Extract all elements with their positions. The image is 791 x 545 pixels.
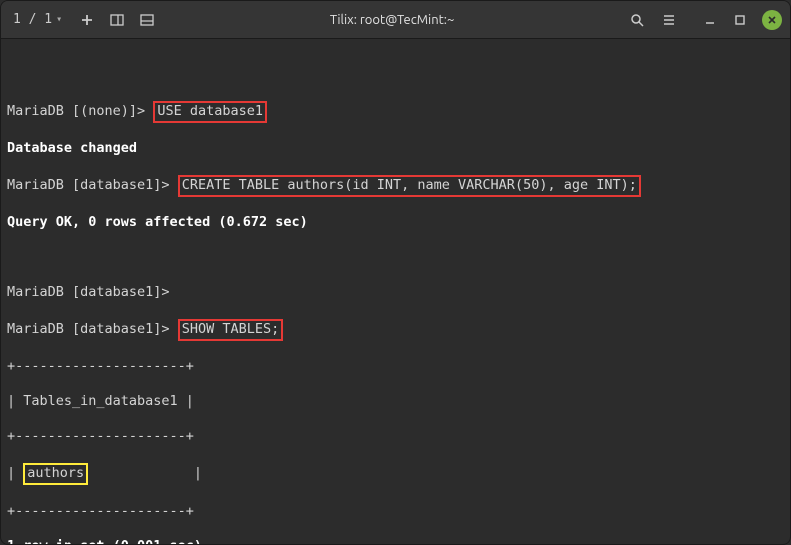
terminal-output[interactable]: MariaDB [(none)]> USE database1 Database… bbox=[1, 39, 790, 545]
search-button[interactable] bbox=[628, 11, 646, 29]
table-border: +---------------------+ bbox=[7, 428, 784, 446]
page-indicator[interactable]: 1 / 1 ▾ bbox=[9, 12, 66, 27]
prompt: MariaDB [database1]> bbox=[7, 321, 170, 337]
window-controls bbox=[702, 10, 782, 30]
window-title: Tilix: root@TecMint:~ bbox=[156, 13, 628, 27]
chevron-down-icon: ▾ bbox=[56, 14, 62, 25]
terminal-window: 1 / 1 ▾ Tilix: root@TecMint:~ bbox=[0, 0, 791, 545]
table-border: +---------------------+ bbox=[7, 503, 784, 521]
prompt: MariaDB [(none)]> bbox=[7, 103, 145, 119]
split-down-button[interactable] bbox=[138, 11, 156, 29]
close-button[interactable] bbox=[762, 10, 782, 30]
titlebar-left: 1 / 1 ▾ bbox=[9, 11, 156, 29]
titlebar: 1 / 1 ▾ Tilix: root@TecMint:~ bbox=[1, 1, 790, 39]
row-value-authors: authors bbox=[23, 463, 88, 485]
menu-button[interactable] bbox=[660, 11, 678, 29]
msg-query-ok: Query OK, 0 rows affected (0.672 sec) bbox=[7, 214, 784, 232]
cmd-show: SHOW TABLES; bbox=[178, 319, 284, 341]
prompt: MariaDB [database1]> bbox=[7, 284, 170, 300]
maximize-button[interactable] bbox=[732, 12, 748, 28]
page-indicator-text: 1 / 1 bbox=[13, 12, 52, 27]
add-tab-button[interactable] bbox=[78, 11, 96, 29]
row-prefix: | bbox=[7, 465, 23, 481]
cmd-use: USE database1 bbox=[153, 101, 267, 123]
prompt: MariaDB [database1]> bbox=[7, 177, 170, 193]
msg-1row: 1 row in set (0.001 sec) bbox=[7, 538, 784, 545]
table-border: +---------------------+ bbox=[7, 358, 784, 376]
table-header: | Tables_in_database1 | bbox=[7, 393, 784, 411]
minimize-button[interactable] bbox=[702, 12, 718, 28]
row-suffix: | bbox=[88, 465, 202, 481]
titlebar-right bbox=[628, 10, 782, 30]
split-right-button[interactable] bbox=[108, 11, 126, 29]
cmd-create: CREATE TABLE authors(id INT, name VARCHA… bbox=[178, 175, 641, 197]
msg-db-changed: Database changed bbox=[7, 140, 784, 158]
